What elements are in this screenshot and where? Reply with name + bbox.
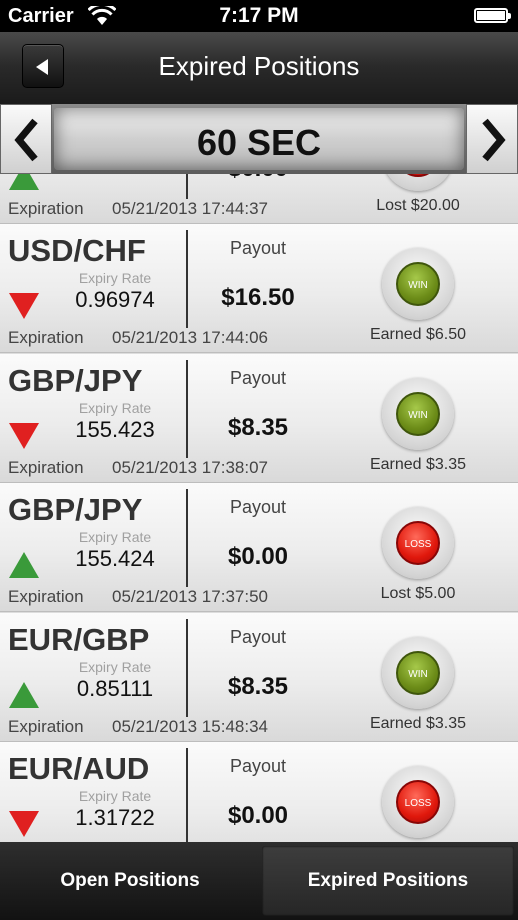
result-indicator: LOSS bbox=[382, 507, 454, 579]
position-row[interactable]: EUR/AUD Expiry Rate 1.31722 Payout $0.00… bbox=[0, 742, 518, 842]
payout-value: $8.35 bbox=[227, 414, 289, 441]
chevron-right-icon bbox=[482, 118, 506, 162]
payout-label: Payout bbox=[229, 238, 287, 258]
payout-label: Payout bbox=[229, 627, 287, 647]
tab-bar: Open Positions Expired Positions bbox=[0, 842, 518, 920]
expiry-rate-value: 155.423 bbox=[75, 417, 155, 442]
arrow-down-icon bbox=[9, 811, 39, 837]
expiration-label: Expiration bbox=[8, 328, 84, 347]
expiry-rate-value: 0.96974 bbox=[75, 287, 155, 312]
navigation-bar: Expired Positions bbox=[0, 32, 518, 106]
win-badge: WIN bbox=[396, 651, 440, 695]
payout-label: Payout bbox=[229, 497, 287, 517]
payout-value: $8.35 bbox=[227, 673, 289, 700]
position-row[interactable]: USD/CHF Expiry Rate 0.96974 Payout $16.5… bbox=[0, 224, 518, 353]
result-indicator: WIN bbox=[382, 378, 454, 450]
result-indicator: LOSS bbox=[382, 766, 454, 838]
currency-pair: EUR/AUD bbox=[8, 751, 150, 786]
arrow-down-icon bbox=[9, 293, 39, 319]
expiration-time: 05/21/2013 17:37:50 bbox=[112, 587, 268, 606]
column-divider bbox=[186, 748, 188, 842]
expired-positions-list[interactable]: Expiry Rate Payout $0.00 Expiration 05/2… bbox=[0, 174, 518, 842]
expiration-time: 05/21/2013 17:38:07 bbox=[112, 458, 268, 477]
result-amount: Earned $3.35 bbox=[369, 715, 467, 732]
column-divider bbox=[186, 230, 188, 328]
arrow-down-icon bbox=[9, 423, 39, 449]
payout-label: Payout bbox=[229, 756, 287, 776]
column-divider bbox=[186, 489, 188, 587]
arrow-up-icon bbox=[9, 552, 39, 578]
position-row[interactable]: GBP/JPY Expiry Rate 155.423 Payout $8.35… bbox=[0, 354, 518, 483]
chevron-left-icon bbox=[14, 118, 38, 162]
next-timeframe-button[interactable] bbox=[466, 104, 518, 174]
payout-value: $0.00 bbox=[227, 802, 289, 829]
result-amount: Earned $3.35 bbox=[369, 456, 467, 473]
clock: 7:17 PM bbox=[219, 4, 299, 27]
currency-pair: EUR/GBP bbox=[8, 622, 150, 657]
result-amount: Lost $5.00 bbox=[380, 585, 456, 602]
payout-value: $16.50 bbox=[221, 284, 295, 311]
position-row[interactable]: EUR/GBP Expiry Rate 0.85111 Payout $8.35… bbox=[0, 613, 518, 742]
expiration-time: 05/21/2013 17:44:06 bbox=[112, 328, 268, 347]
expiry-rate-label: Expiry Rate bbox=[78, 788, 152, 804]
loss-badge bbox=[396, 174, 440, 177]
expiration-label: Expiration bbox=[8, 587, 84, 606]
currency-pair: GBP/JPY bbox=[8, 492, 143, 527]
win-badge: WIN bbox=[396, 262, 440, 306]
battery-icon bbox=[474, 8, 511, 23]
result-indicator: WIN bbox=[382, 637, 454, 709]
column-divider bbox=[186, 174, 188, 199]
loss-badge: LOSS bbox=[396, 521, 440, 565]
payout-label: Payout bbox=[229, 368, 287, 388]
status-bar: Carrier 7:17 PM bbox=[0, 0, 518, 32]
payout-value: $0.00 bbox=[227, 543, 289, 570]
expiry-rate-label: Expiry Rate bbox=[78, 400, 152, 416]
result-amount: Lost $20.00 bbox=[376, 197, 460, 214]
arrow-up-icon bbox=[9, 682, 39, 708]
position-row[interactable]: Expiry Rate Payout $0.00 Expiration 05/2… bbox=[0, 174, 518, 224]
expiration-time: 05/21/2013 17:44:37 bbox=[112, 199, 268, 218]
expiry-rate-label: Expiry Rate bbox=[78, 529, 152, 545]
expiry-rate-value: 0.85111 bbox=[76, 676, 154, 701]
timeframe-display: 60 SEC bbox=[54, 108, 464, 170]
timeframe-selector: 60 SEC bbox=[0, 104, 518, 174]
currency-pair: GBP/JPY bbox=[8, 363, 143, 398]
expiration-label: Expiration bbox=[8, 458, 84, 477]
position-row[interactable]: GBP/JPY Expiry Rate 155.424 Payout $0.00… bbox=[0, 483, 518, 612]
column-divider bbox=[186, 619, 188, 717]
previous-timeframe-button[interactable] bbox=[0, 104, 52, 174]
result-amount: Earned $6.50 bbox=[369, 326, 467, 343]
payout-value: $0.00 bbox=[200, 174, 316, 183]
column-divider bbox=[186, 360, 188, 458]
currency-pair: USD/CHF bbox=[8, 233, 146, 268]
timeframe-label: 60 SEC bbox=[196, 122, 322, 163]
result-indicator bbox=[382, 174, 454, 191]
arrow-up-icon bbox=[9, 174, 39, 190]
expiry-rate-label: Expiry Rate bbox=[78, 270, 152, 286]
win-badge: WIN bbox=[396, 392, 440, 436]
expiration-time: 05/21/2013 15:48:34 bbox=[112, 717, 268, 736]
expiry-rate-label: Expiry Rate bbox=[78, 659, 152, 675]
tab-open-positions[interactable]: Open Positions bbox=[0, 846, 260, 916]
tab-expired-positions[interactable]: Expired Positions bbox=[262, 846, 514, 916]
loss-badge: LOSS bbox=[396, 780, 440, 824]
expiry-rate-value: 1.31722 bbox=[75, 805, 155, 830]
page-title: Expired Positions bbox=[158, 51, 360, 81]
expiration-label: Expiration bbox=[8, 199, 84, 218]
expiry-rate-value: 155.424 bbox=[75, 546, 155, 571]
result-indicator: WIN bbox=[382, 248, 454, 320]
expiration-label: Expiration bbox=[8, 717, 84, 736]
